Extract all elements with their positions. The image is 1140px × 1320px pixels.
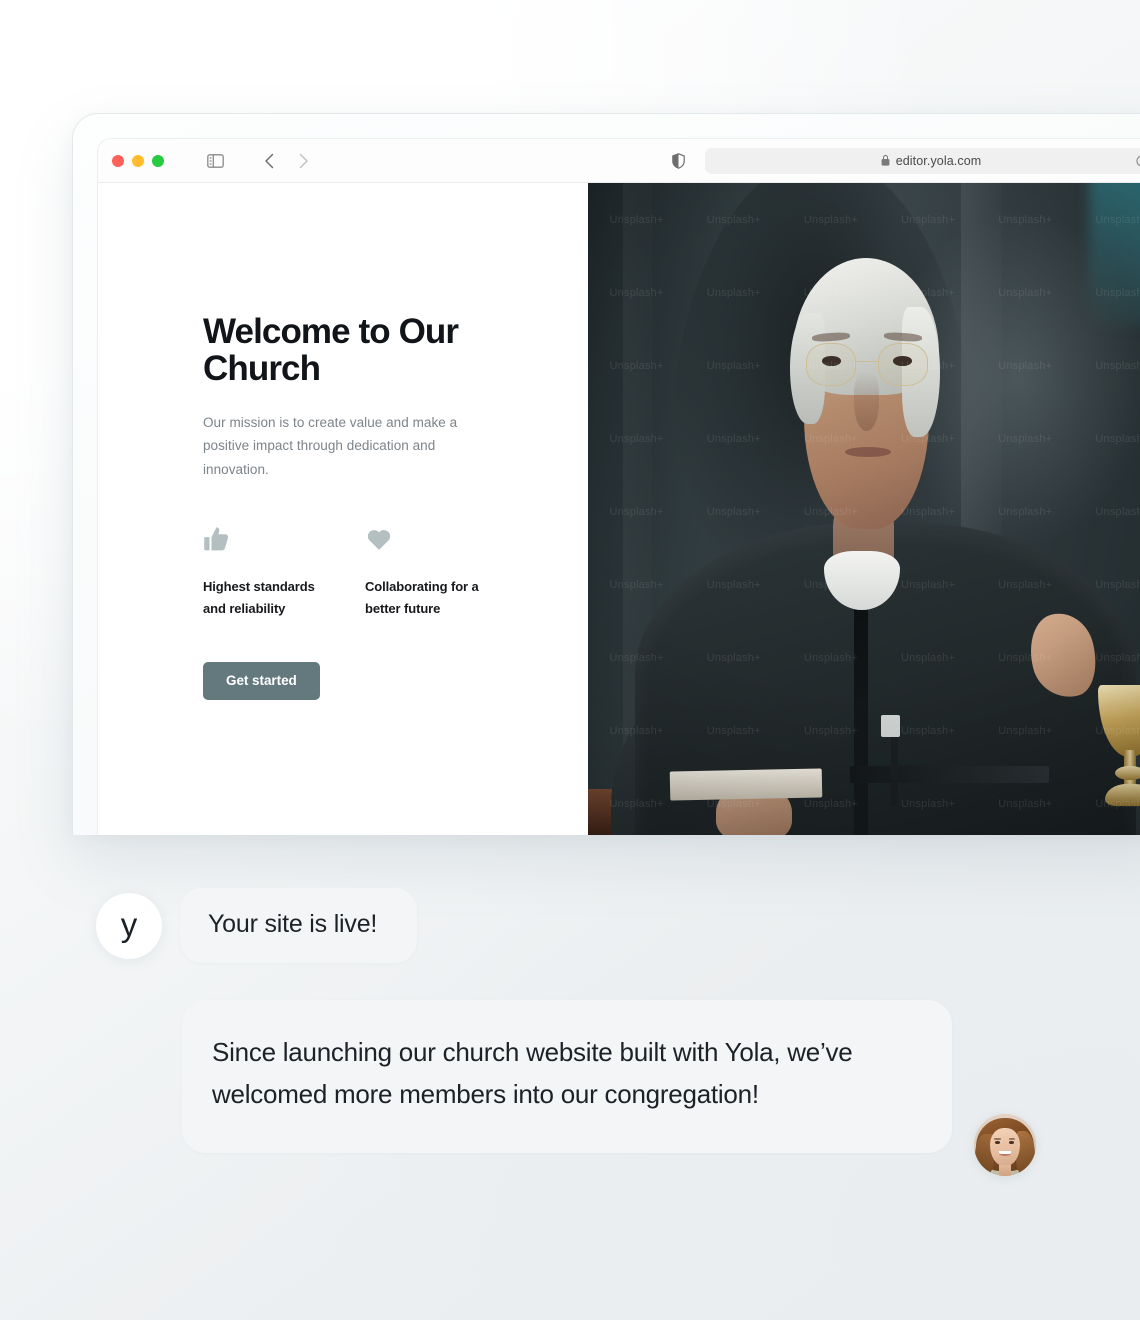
browser-window: editor.yola.com Welcome to Our Church Ou… bbox=[97, 138, 1140, 835]
hero-photo: Unsplash+Unsplash+Unsplash+Unsplash+Unsp… bbox=[588, 183, 1140, 835]
lock-icon bbox=[881, 155, 890, 166]
hero-text-column: Welcome to Our Church Our mission is to … bbox=[98, 183, 588, 835]
hero-subtext: Our mission is to create value and make … bbox=[203, 415, 458, 477]
brand-avatar: y bbox=[96, 892, 162, 959]
thumbs-up-icon bbox=[203, 525, 365, 555]
testimonial-chat-section: y Your site is live! Since launching our… bbox=[0, 878, 1140, 1208]
window-traffic-lights bbox=[112, 154, 164, 167]
chat-message-row: y Your site is live! bbox=[96, 888, 418, 963]
avatar bbox=[974, 1114, 1036, 1176]
address-bar[interactable]: editor.yola.com bbox=[705, 147, 1140, 174]
reload-icon[interactable] bbox=[1135, 154, 1140, 168]
maximize-window-button[interactable] bbox=[152, 154, 164, 167]
sidebar-toggle-icon[interactable] bbox=[202, 148, 228, 174]
feature-label: Collaborating for a better future bbox=[365, 578, 479, 616]
shield-icon[interactable] bbox=[665, 148, 691, 174]
feature-label: Highest standards and reliability bbox=[203, 578, 315, 616]
feature-item: Highest standards and reliability bbox=[203, 525, 365, 620]
feature-list: Highest standards and reliability Collab… bbox=[203, 525, 588, 620]
chevron-right-icon[interactable] bbox=[290, 148, 316, 174]
browser-mockup-frame: editor.yola.com Welcome to Our Church Ou… bbox=[72, 113, 1140, 835]
website-preview-canvas: Welcome to Our Church Our mission is to … bbox=[98, 183, 1140, 835]
heart-icon bbox=[365, 525, 527, 555]
brand-initial: y bbox=[120, 906, 138, 943]
feature-item: Collaborating for a better future bbox=[365, 525, 527, 620]
chevron-left-icon[interactable] bbox=[256, 148, 282, 174]
chat-bubble-testimonial: Since launching our church website built… bbox=[182, 1000, 952, 1154]
address-bar-url: editor.yola.com bbox=[895, 153, 982, 168]
get-started-button[interactable]: Get started bbox=[203, 661, 320, 700]
minimize-window-button[interactable] bbox=[132, 154, 144, 167]
browser-toolbar: editor.yola.com bbox=[98, 139, 1140, 183]
page-title: Welcome to Our Church bbox=[203, 312, 459, 389]
chat-bubble-status: Your site is live! bbox=[180, 888, 418, 963]
close-window-button[interactable] bbox=[112, 154, 124, 167]
